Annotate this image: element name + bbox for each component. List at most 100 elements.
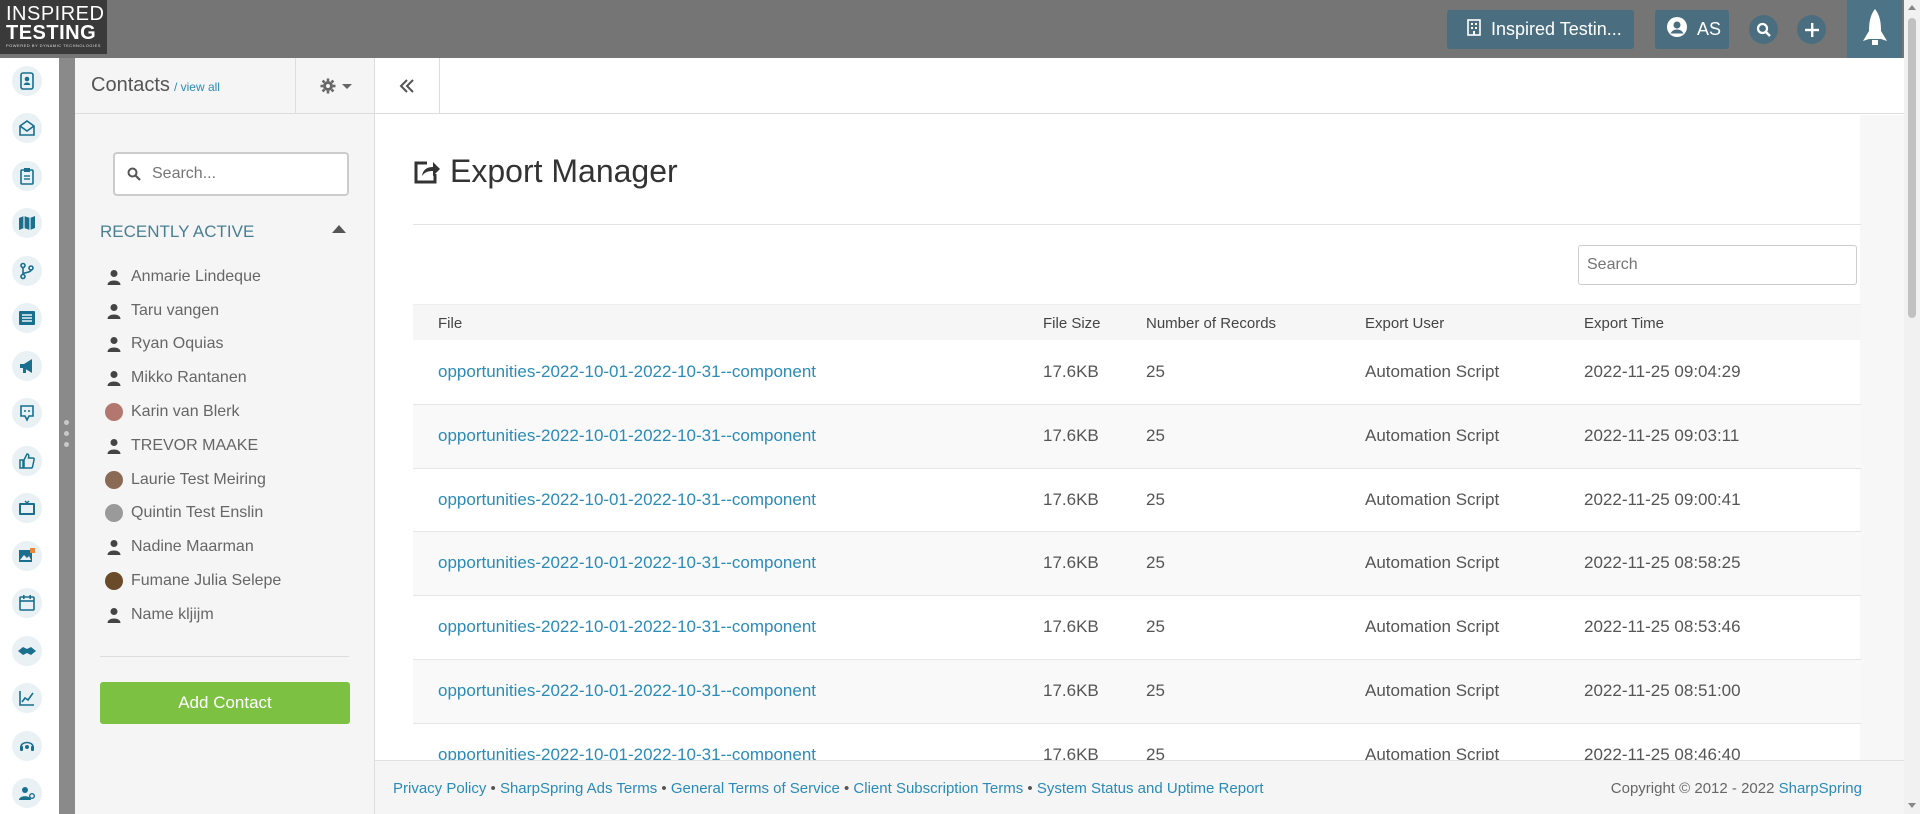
- user-settings-icon[interactable]: [12, 778, 42, 808]
- avatar: [105, 403, 123, 422]
- records-cell: 25: [1146, 489, 1165, 509]
- add-contact-button[interactable]: Add Contact: [100, 682, 350, 724]
- file-link[interactable]: opportunities-2022-10-01-2022-10-31--com…: [438, 362, 816, 382]
- contact-name: Taru vangen: [131, 301, 220, 319]
- sharpspring-link[interactable]: SharpSpring: [1779, 780, 1862, 797]
- scroll-down-arrow[interactable]: [1908, 803, 1916, 808]
- file-link[interactable]: opportunities-2022-10-01-2022-10-31--com…: [438, 681, 816, 701]
- scroll-up-arrow[interactable]: [1908, 5, 1916, 10]
- view-all-link[interactable]: / view all: [174, 80, 220, 94]
- quick-add-button[interactable]: [1797, 15, 1826, 44]
- collapse-caret-icon[interactable]: [332, 225, 346, 233]
- email-icon[interactable]: [12, 113, 42, 143]
- recent-contact-item[interactable]: Karin van Blerk: [105, 395, 365, 429]
- terms-of-service-link[interactable]: General Terms of Service: [671, 780, 840, 797]
- map-icon[interactable]: [12, 208, 42, 238]
- table-row: opportunities-2022-10-01-2022-10-31--com…: [413, 596, 1861, 660]
- splitter-grip: [64, 431, 69, 436]
- table-row: opportunities-2022-10-01-2022-10-31--com…: [413, 659, 1861, 724]
- export-user-cell: Automation Script: [1365, 425, 1500, 445]
- privacy-policy-link[interactable]: Privacy Policy: [393, 780, 486, 797]
- footer-links: Privacy Policy • SharpSpring Ads Terms •…: [393, 780, 1264, 797]
- contacts-search[interactable]: [113, 152, 349, 196]
- contacts-title: Contacts / view all: [91, 74, 220, 97]
- recent-contact-item[interactable]: Taru vangen: [105, 294, 365, 328]
- panel-divider: [100, 656, 349, 657]
- chevron-down-icon: [341, 83, 352, 89]
- contacts-panel: Contacts / view all RECENTLY ACTIVE Anmar…: [75, 58, 375, 814]
- media-icon[interactable]: [12, 493, 42, 523]
- global-search-button[interactable]: [1749, 15, 1778, 44]
- column-header-file[interactable]: File: [438, 315, 462, 332]
- organization-button[interactable]: Inspired Testin...: [1447, 10, 1634, 49]
- recent-contact-item[interactable]: Ryan Oquias: [105, 328, 365, 362]
- export-user-cell: Automation Script: [1365, 553, 1500, 573]
- support-icon[interactable]: [12, 731, 42, 761]
- contact-name: Fumane Julia Selepe: [131, 572, 282, 590]
- person-icon: [105, 302, 123, 320]
- file-size-cell: 17.6KB: [1043, 617, 1099, 637]
- page-scrollbar[interactable]: [1904, 0, 1920, 814]
- copyright-text: Copyright © 2012 - 2022: [1610, 780, 1775, 797]
- chat-icon[interactable]: [12, 398, 42, 428]
- page-title: Export Manager: [413, 153, 678, 190]
- system-status-link[interactable]: System Status and Uptime Report: [1037, 780, 1264, 797]
- contact-name: TREVOR MAAKE: [131, 436, 259, 454]
- avatar: [105, 470, 123, 489]
- scrollbar-thumb[interactable]: [1908, 18, 1916, 318]
- column-header-file-size[interactable]: File Size: [1043, 315, 1101, 332]
- table-row: opportunities-2022-10-01-2022-10-31--com…: [413, 532, 1861, 597]
- handshake-icon[interactable]: [12, 636, 42, 666]
- thumbs-up-icon[interactable]: [12, 446, 42, 476]
- calendar-icon[interactable]: [12, 588, 42, 618]
- table-search-input[interactable]: [1578, 245, 1857, 285]
- splitter-grip: [64, 420, 69, 425]
- contact-name: Quintin Test Enslin: [131, 504, 264, 522]
- recent-contact-item[interactable]: Fumane Julia Selepe: [105, 564, 365, 598]
- table-row: opportunities-2022-10-01-2022-10-31--com…: [413, 469, 1861, 533]
- splitter-grip: [64, 442, 69, 447]
- user-icon: [1666, 16, 1688, 43]
- recent-contact-item[interactable]: Mikko Rantanen: [105, 361, 365, 395]
- file-link[interactable]: opportunities-2022-10-01-2022-10-31--com…: [438, 553, 816, 573]
- person-icon: [105, 538, 123, 556]
- user-menu-button[interactable]: AS: [1655, 10, 1729, 49]
- main-toolbar: [375, 58, 1904, 114]
- file-link[interactable]: opportunities-2022-10-01-2022-10-31--com…: [438, 490, 816, 510]
- subscription-terms-link[interactable]: Client Subscription Terms: [853, 780, 1023, 797]
- clipboard-icon[interactable]: [12, 161, 42, 191]
- double-chevron-left-icon: [399, 79, 414, 93]
- recent-contact-item[interactable]: Anmarie Lindeque: [105, 260, 365, 294]
- ads-terms-link[interactable]: SharpSpring Ads Terms: [500, 780, 657, 797]
- contacts-title-text: Contacts: [91, 74, 170, 96]
- contacts-icon[interactable]: [12, 66, 42, 96]
- search-icon: [1756, 22, 1771, 37]
- column-header-export-time[interactable]: Export Time: [1584, 315, 1664, 332]
- file-link[interactable]: opportunities-2022-10-01-2022-10-31--com…: [438, 617, 816, 637]
- column-header-number-of-records[interactable]: Number of Records: [1146, 315, 1276, 332]
- recent-contact-item[interactable]: Name kljijm: [105, 598, 365, 632]
- list-icon[interactable]: [12, 303, 42, 333]
- image-icon[interactable]: [12, 541, 42, 571]
- rail-splitter[interactable]: [59, 58, 75, 814]
- contacts-search-input[interactable]: [150, 164, 330, 184]
- recent-contact-item[interactable]: Laurie Test Meiring: [105, 463, 365, 497]
- launch-button[interactable]: [1847, 0, 1902, 58]
- recent-contact-item[interactable]: TREVOR MAAKE: [105, 429, 365, 463]
- megaphone-icon[interactable]: [12, 351, 42, 381]
- column-header-export-user[interactable]: Export User: [1365, 315, 1444, 332]
- inspired-testing-logo[interactable]: INSPIRED TESTING POWERED BY DYNAMIC TECH…: [0, 0, 107, 54]
- records-cell: 25: [1146, 617, 1165, 637]
- collapse-panel-button[interactable]: [375, 58, 440, 114]
- recent-contacts-list: Anmarie Lindeque Taru vangen Ryan Oquias Mi…: [105, 260, 365, 632]
- user-initials: AS: [1697, 19, 1722, 39]
- branch-icon[interactable]: [12, 256, 42, 286]
- file-link[interactable]: opportunities-2022-10-01-2022-10-31--com…: [438, 426, 816, 446]
- analytics-icon[interactable]: [12, 683, 42, 713]
- avatar-photo: [105, 504, 123, 523]
- recent-contact-item[interactable]: Nadine Maarman: [105, 530, 365, 564]
- table-row: opportunities-2022-10-01-2022-10-31--com…: [413, 341, 1861, 405]
- recent-contact-item[interactable]: Quintin Test Enslin: [105, 497, 365, 531]
- contacts-settings-dropdown[interactable]: [295, 58, 375, 114]
- recently-active-heading: RECENTLY ACTIVE: [100, 222, 255, 241]
